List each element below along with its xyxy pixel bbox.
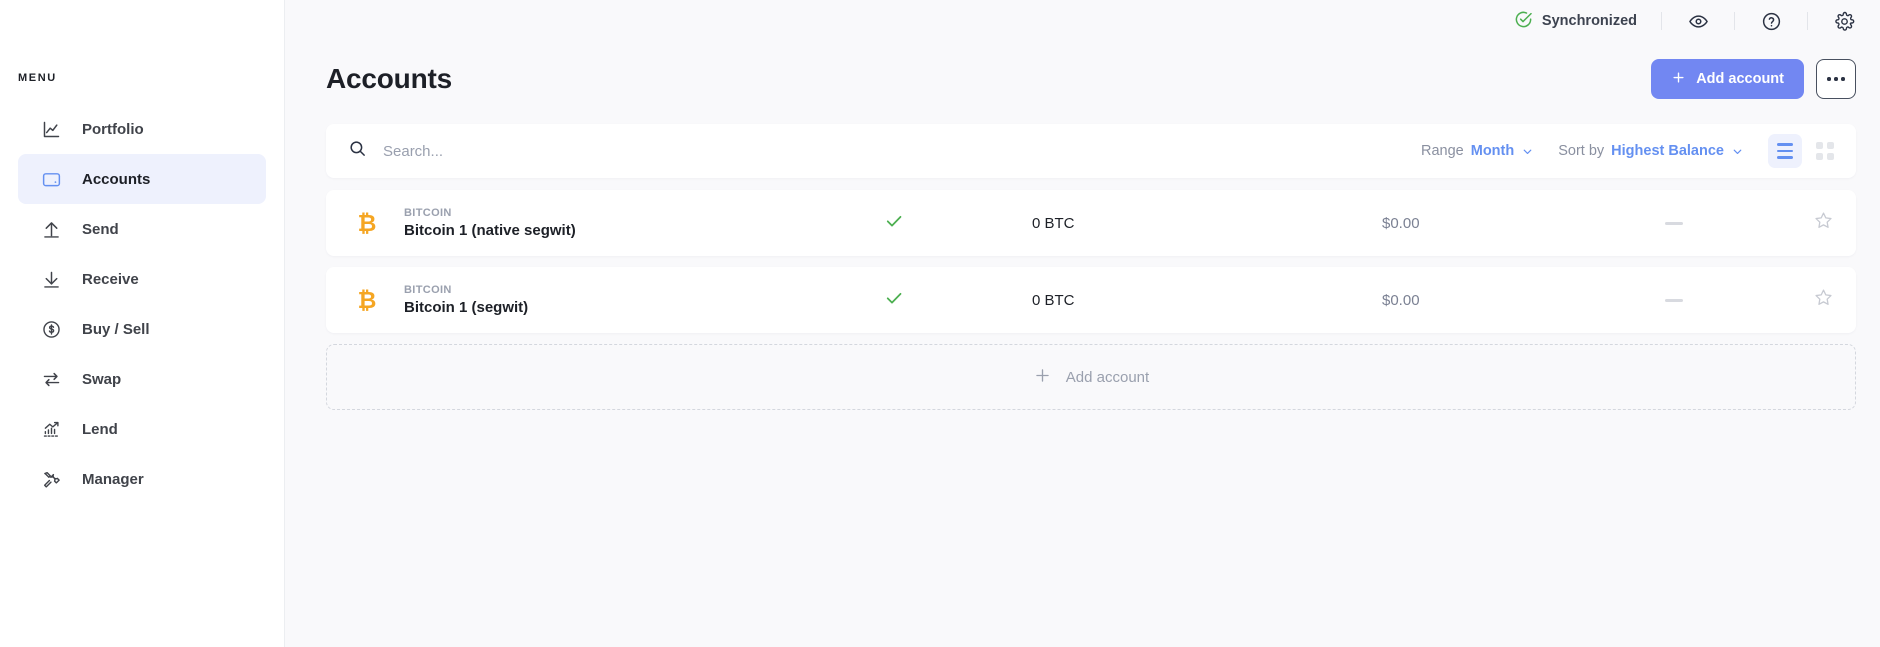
sidebar-item-accounts[interactable]: Accounts — [18, 154, 266, 204]
bitcoin-icon: ₿ — [357, 209, 377, 236]
topbar: Synchronized — [285, 0, 1880, 42]
page-title: Accounts — [326, 63, 452, 94]
add-account-row[interactable]: Add account — [326, 344, 1856, 410]
sync-status[interactable]: Synchronized — [1514, 10, 1637, 33]
chevron-down-icon — [1731, 145, 1744, 158]
sidebar-item-receive[interactable]: Receive — [18, 254, 266, 304]
search-input[interactable] — [383, 142, 1422, 160]
dash-icon — [1665, 298, 1683, 302]
gear-icon[interactable] — [1832, 9, 1856, 33]
search-icon — [348, 139, 367, 163]
list-view-icon — [1777, 143, 1793, 159]
account-name: Bitcoin 1 (native segwit) — [404, 221, 576, 239]
help-circle-icon[interactable] — [1759, 9, 1783, 33]
tools-icon — [40, 468, 62, 490]
sidebar-section-label: MENU — [18, 72, 57, 84]
sidebar-item-swap[interactable]: Swap — [18, 354, 266, 404]
account-fiat-value: $0.00 — [1382, 291, 1420, 309]
table-row[interactable]: ₿ BITCOIN Bitcoin 1 (segwit) 0 BTC $0.00 — [326, 267, 1856, 333]
account-trend — [1574, 221, 1774, 225]
sidebar-nav: Portfolio Accounts Send Receive Buy / Se… — [0, 104, 284, 504]
bitcoin-icon: ₿ — [357, 286, 377, 313]
topbar-divider — [1807, 12, 1808, 30]
bar-chart-up-icon — [40, 418, 62, 440]
check-circle-icon — [1514, 10, 1533, 33]
main-area: Synchronized Accounts Add account Search… — [285, 0, 1880, 647]
account-amount: 0 BTC — [1032, 214, 1075, 232]
sidebar-item-label: Manager — [82, 470, 144, 488]
check-icon — [884, 288, 904, 313]
account-trend — [1574, 298, 1774, 302]
sidebar-item-buy-sell[interactable]: Buy / Sell — [18, 304, 266, 354]
grid-view-icon — [1816, 142, 1834, 160]
sidebar-item-manager[interactable]: Manager — [18, 454, 266, 504]
sidebar-item-label: Send — [82, 220, 119, 238]
view-toggle-group — [1768, 134, 1842, 168]
account-identity: BITCOIN Bitcoin 1 (segwit) — [382, 283, 852, 318]
add-account-button[interactable]: Add account — [1651, 59, 1804, 99]
sidebar-item-portfolio[interactable]: Portfolio — [18, 104, 266, 154]
grid-view-toggle[interactable] — [1808, 134, 1842, 168]
range-label: Range — [1421, 143, 1464, 159]
sidebar-item-label: Swap — [82, 370, 122, 388]
accounts-toolbar: Range Month Sort by Highest Balance — [326, 124, 1856, 178]
accounts-content: Range Month Sort by Highest Balance — [285, 104, 1880, 647]
sidebar-item-label: Portfolio — [82, 120, 144, 138]
account-status — [852, 288, 1032, 313]
add-account-button-label: Add account — [1696, 71, 1784, 87]
sync-status-label: Synchronized — [1541, 13, 1637, 29]
sidebar-item-label: Lend — [82, 420, 118, 438]
arrow-down-icon — [40, 268, 62, 290]
sort-label: Sort by — [1558, 143, 1605, 159]
list-view-toggle[interactable] — [1768, 134, 1802, 168]
sidebar: MENU Portfolio Accounts Send Receive Buy… — [0, 0, 285, 647]
dollar-circle-icon — [40, 318, 62, 340]
header-actions: Add account — [1651, 59, 1856, 99]
chart-line-icon — [40, 118, 62, 140]
topbar-divider — [1661, 12, 1662, 30]
toolbar-controls: Range Month Sort by Highest Balance — [1421, 134, 1842, 168]
wallet-icon — [40, 168, 62, 190]
account-status — [852, 211, 1032, 236]
sort-selector[interactable]: Sort by Highest Balance — [1558, 143, 1744, 159]
accounts-list: ₿ BITCOIN Bitcoin 1 (native segwit) 0 BT… — [326, 190, 1856, 410]
dash-icon — [1665, 221, 1683, 225]
plus-icon — [1033, 366, 1052, 389]
sidebar-item-label: Accounts — [82, 170, 151, 188]
sidebar-item-lend[interactable]: Lend — [18, 404, 266, 454]
chevron-down-icon — [1521, 145, 1534, 158]
account-ticker: BITCOIN — [404, 206, 452, 219]
more-options-button[interactable] — [1816, 59, 1856, 99]
range-selector[interactable]: Range Month — [1421, 143, 1534, 159]
search-area — [348, 139, 1422, 163]
account-name: Bitcoin 1 (segwit) — [404, 298, 529, 316]
page-header: Accounts Add account — [285, 42, 1880, 104]
check-icon — [884, 211, 904, 236]
app-root: MENU Portfolio Accounts Send Receive Buy… — [0, 0, 1880, 647]
star-outline-icon — [1813, 287, 1834, 313]
account-ticker: BITCOIN — [404, 283, 452, 296]
eye-icon[interactable] — [1686, 9, 1710, 33]
sidebar-item-label: Receive — [82, 270, 139, 288]
account-identity: BITCOIN Bitcoin 1 (native segwit) — [382, 206, 852, 241]
sort-value: Highest Balance — [1611, 143, 1724, 159]
sidebar-item-send[interactable]: Send — [18, 204, 266, 254]
plus-icon — [1671, 70, 1686, 89]
topbar-divider — [1734, 12, 1735, 30]
star-outline-icon — [1813, 210, 1834, 236]
ellipsis-icon — [1827, 77, 1845, 81]
range-value: Month — [1470, 143, 1515, 159]
add-account-row-label: Add account — [1065, 368, 1150, 386]
swap-arrows-icon — [40, 368, 62, 390]
favorite-toggle[interactable] — [1774, 287, 1834, 313]
table-row[interactable]: ₿ BITCOIN Bitcoin 1 (native segwit) 0 BT… — [326, 190, 1856, 256]
favorite-toggle[interactable] — [1774, 210, 1834, 236]
sidebar-item-label: Buy / Sell — [82, 320, 150, 338]
account-fiat-value: $0.00 — [1382, 214, 1420, 232]
arrow-up-icon — [40, 218, 62, 240]
account-amount: 0 BTC — [1032, 291, 1075, 309]
